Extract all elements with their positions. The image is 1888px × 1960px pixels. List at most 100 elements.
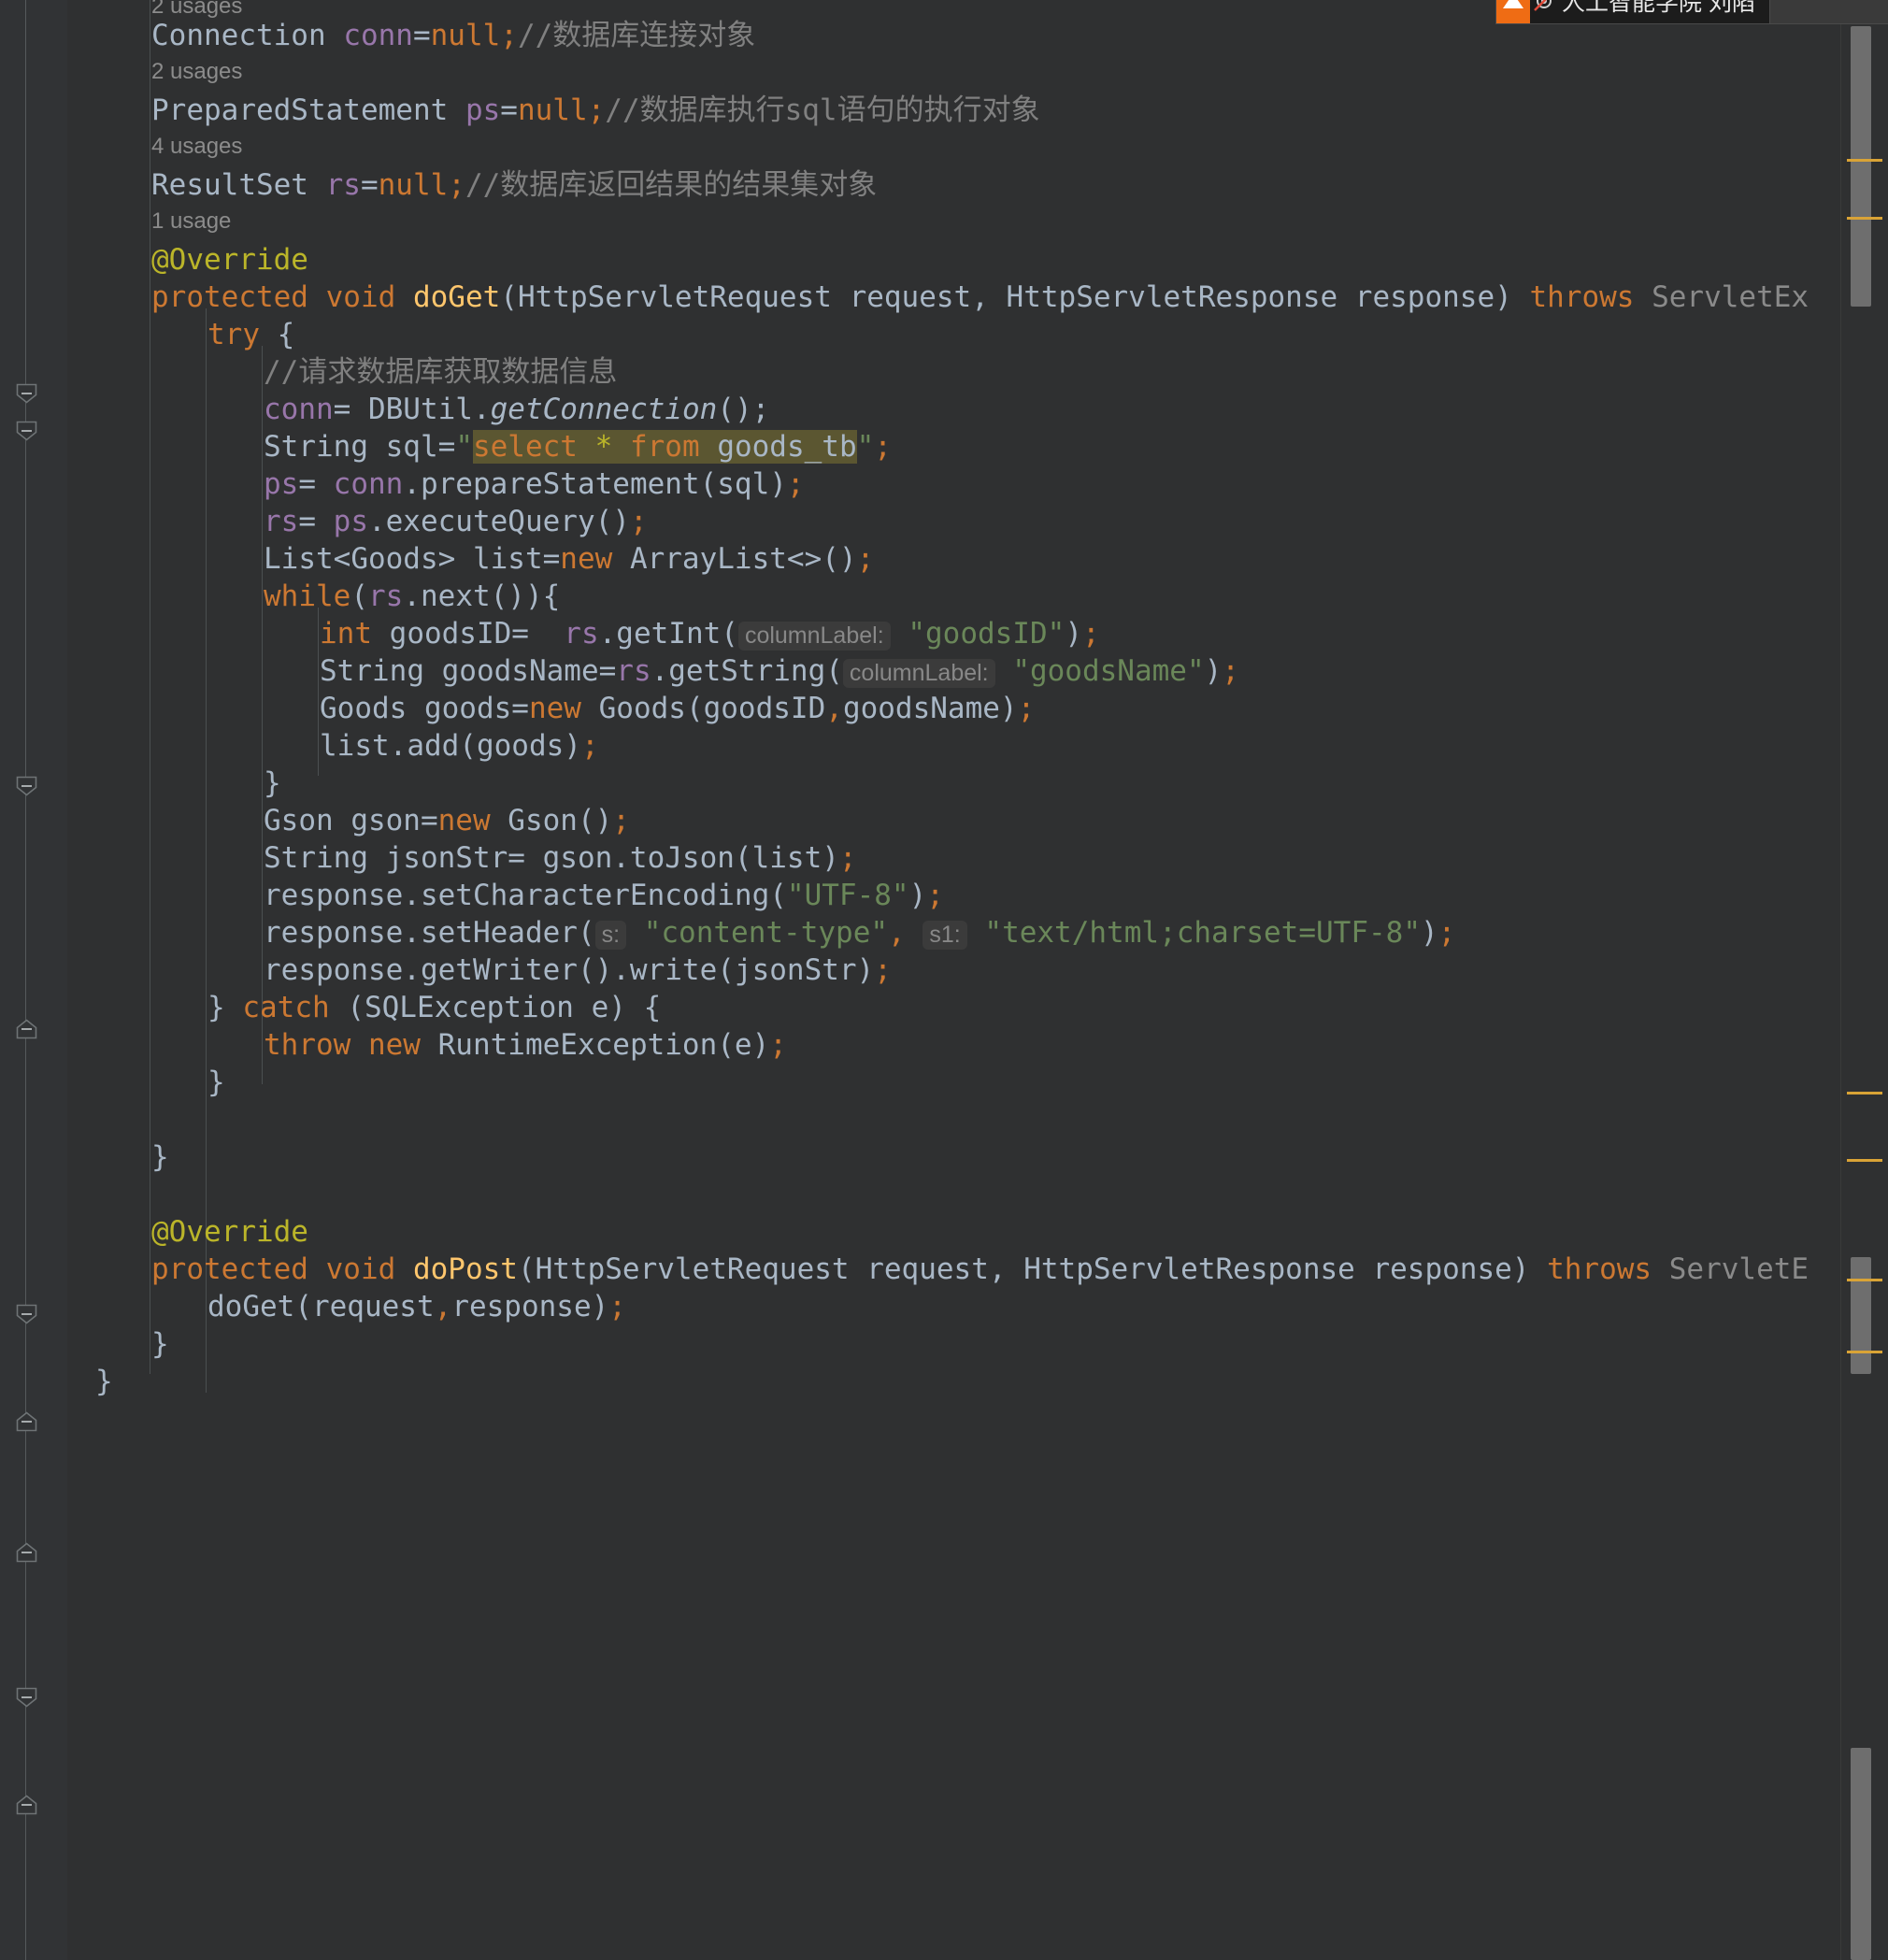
code-token: PreparedStatement xyxy=(151,93,465,127)
line-try-open[interactable]: try { xyxy=(207,316,294,353)
code-token: (SQLException e) { xyxy=(347,991,662,1024)
line-set-character-encoding[interactable]: response.setCharacterEncoding("UTF-8"); xyxy=(264,877,944,914)
line-list-declaration[interactable]: List<Goods> list=new ArrayList<>(); xyxy=(264,540,874,578)
code-token: response.setHeader( xyxy=(264,916,595,950)
scrollbar-thumb-0[interactable] xyxy=(1851,26,1871,307)
fold-collapse-catch-block[interactable] xyxy=(16,1304,37,1325)
line-get-string-goodsname[interactable]: String goodsName=rs.getString(columnLabe… xyxy=(320,652,1239,690)
line-call-doget[interactable]: doGet(request,response); xyxy=(207,1288,626,1325)
error-stripe-marker-1[interactable] xyxy=(1847,217,1882,220)
code-token: protected xyxy=(151,1252,326,1286)
line-doget-signature[interactable]: protected void doGet(HttpServletRequest … xyxy=(151,279,1809,316)
line-connection-declaration[interactable]: Connection conn=null;//数据库连接对象 xyxy=(151,17,755,54)
line-catch-close[interactable]: } xyxy=(207,1064,225,1101)
line-list-add[interactable]: list.add(goods); xyxy=(320,727,599,765)
line-doget-close[interactable]: } xyxy=(151,1138,169,1176)
error-stripe-marker-2[interactable] xyxy=(1847,1092,1882,1094)
line-to-json[interactable]: String jsonStr= gson.toJson(list); xyxy=(264,839,857,877)
code-token: getConnection xyxy=(490,393,718,426)
line-throw-runtime-exception[interactable]: throw new RuntimeException(e); xyxy=(264,1026,787,1064)
code-surface[interactable]: 2 usages 2 usages 4 usages 1 usage Connecti… xyxy=(67,0,1888,1960)
parameter-inlay-hint[interactable]: columnLabel: xyxy=(737,622,891,651)
line-while-next[interactable]: while(rs.next()){ xyxy=(264,578,560,615)
code-editor[interactable]: 2 usages 2 usages 4 usages 1 usage Connecti… xyxy=(0,0,1888,1960)
usage-count-1[interactable]: 2 usages xyxy=(151,58,242,86)
sql-token: select xyxy=(472,430,578,464)
code-token: @Override xyxy=(151,1215,308,1249)
error-stripe-marker-0[interactable] xyxy=(1847,159,1882,162)
usage-count-2[interactable]: 4 usages xyxy=(151,133,242,161)
code-token: .next()){ xyxy=(403,579,561,613)
line-sql-string[interactable]: String sql="select * from goods_tb"; xyxy=(264,428,892,465)
line-get-writer-write[interactable]: response.getWriter().write(jsonStr); xyxy=(264,951,892,989)
scrollbar-thumb-1[interactable] xyxy=(1851,1257,1871,1374)
scrollbar-thumb-2[interactable] xyxy=(1851,1748,1871,1960)
fold-collapse-while-block[interactable] xyxy=(16,776,37,797)
line-new-goods[interactable]: Goods goods=new Goods(goodsID,goodsName)… xyxy=(320,690,1035,727)
fold-collapse-dopost-method[interactable] xyxy=(16,1687,37,1709)
overlay-side-panel[interactable] xyxy=(1769,0,1888,24)
code-token: goodsID= xyxy=(389,617,565,651)
code-token: .getInt( xyxy=(598,617,738,651)
fold-collapse-catch-end[interactable] xyxy=(16,1411,37,1433)
code-token: } xyxy=(151,1327,169,1361)
code-token: "goodsName" xyxy=(1012,654,1205,688)
mic-muted-icon[interactable] xyxy=(1530,0,1558,23)
code-token: ; xyxy=(786,467,805,501)
code-token: = xyxy=(500,93,518,127)
line-while-close[interactable]: } xyxy=(264,765,281,802)
code-token: rs xyxy=(325,168,361,202)
code-token: Connection xyxy=(151,19,344,52)
line-set-header[interactable]: response.setHeader(s: "content-type", s1… xyxy=(264,914,1455,951)
fold-collapse-try-block[interactable] xyxy=(16,421,37,442)
indent-guide-2 xyxy=(262,346,263,1084)
line-preparedstatement-declaration[interactable]: PreparedStatement ps=null;//数据库执行sql语句的执… xyxy=(151,92,1040,129)
line-comment-request-db[interactable]: //请求数据库获取数据信息 xyxy=(264,353,617,391)
parameter-inlay-hint[interactable]: columnLabel: xyxy=(842,659,995,688)
error-stripe-marker-3[interactable] xyxy=(1847,1159,1882,1162)
code-token: ; xyxy=(1017,692,1036,725)
code-token: = xyxy=(360,168,379,202)
parameter-inlay-hint[interactable]: s: xyxy=(594,921,627,950)
code-token: catch xyxy=(242,991,348,1024)
line-prepare-statement[interactable]: ps= conn.prepareStatement(sql); xyxy=(264,465,805,503)
usage-count-3[interactable]: 1 usage xyxy=(151,207,231,236)
code-token: .getString( xyxy=(651,654,843,688)
line-dopost-close[interactable]: } xyxy=(151,1325,169,1363)
line-dopost-signature[interactable]: protected void doPost(HttpServletRequest… xyxy=(151,1251,1809,1288)
line-override-annotation-doget[interactable]: @Override xyxy=(151,241,308,279)
code-token: doGet xyxy=(412,280,501,314)
code-token: ; xyxy=(838,841,857,875)
code-token: ; xyxy=(856,542,875,576)
code-token: } xyxy=(151,1140,169,1174)
injected-sql-fragment[interactable]: select * from goods_tb xyxy=(472,430,857,464)
editor-fold-gutter[interactable] xyxy=(0,0,68,1960)
sql-token: from xyxy=(629,430,700,464)
parameter-inlay-hint[interactable]: s1: xyxy=(923,921,967,950)
fold-collapse-doget-method[interactable] xyxy=(16,383,37,405)
code-token: goodsName) xyxy=(842,692,1018,725)
line-get-connection[interactable]: conn= DBUtil.getConnection(); xyxy=(264,391,769,428)
line-new-gson[interactable]: Gson gson=new Gson(); xyxy=(264,802,630,839)
code-token: ; xyxy=(612,804,630,837)
code-token: int xyxy=(320,617,390,651)
fold-collapse-while-end[interactable] xyxy=(16,1019,37,1040)
screen-share-overlay-bar[interactable]: 人工智能学院 刘陷 xyxy=(1495,0,1778,24)
line-resultset-declaration[interactable]: ResultSet rs=null;//数据库返回结果的结果集对象 xyxy=(151,166,877,204)
code-token: } xyxy=(207,991,243,1024)
line-class-close[interactable]: } xyxy=(95,1363,113,1400)
line-catch-sqlexception[interactable]: } catch (SQLException e) { xyxy=(207,989,661,1026)
line-get-int-goodsid[interactable]: int goodsID= rs.getInt(columnLabel: "goo… xyxy=(320,615,1100,652)
code-token: ps xyxy=(465,93,501,127)
line-override-annotation-dopost[interactable]: @Override xyxy=(151,1213,308,1251)
code-token: .executeQuery() xyxy=(367,505,630,538)
line-execute-query[interactable]: rs= ps.executeQuery(); xyxy=(264,503,648,540)
code-token: //请求数据库获取数据信息 xyxy=(264,355,618,389)
error-stripe-marker-5[interactable] xyxy=(1847,1351,1882,1353)
fold-collapse-doget-end[interactable] xyxy=(16,1542,37,1564)
code-token: , xyxy=(434,1290,452,1323)
error-stripe-marker-4[interactable] xyxy=(1847,1279,1882,1281)
code-token: response.getWriter().write(jsonStr) xyxy=(264,953,875,987)
editor-scrollbar[interactable] xyxy=(1840,0,1888,1960)
fold-collapse-dopost-end[interactable] xyxy=(16,1795,37,1816)
